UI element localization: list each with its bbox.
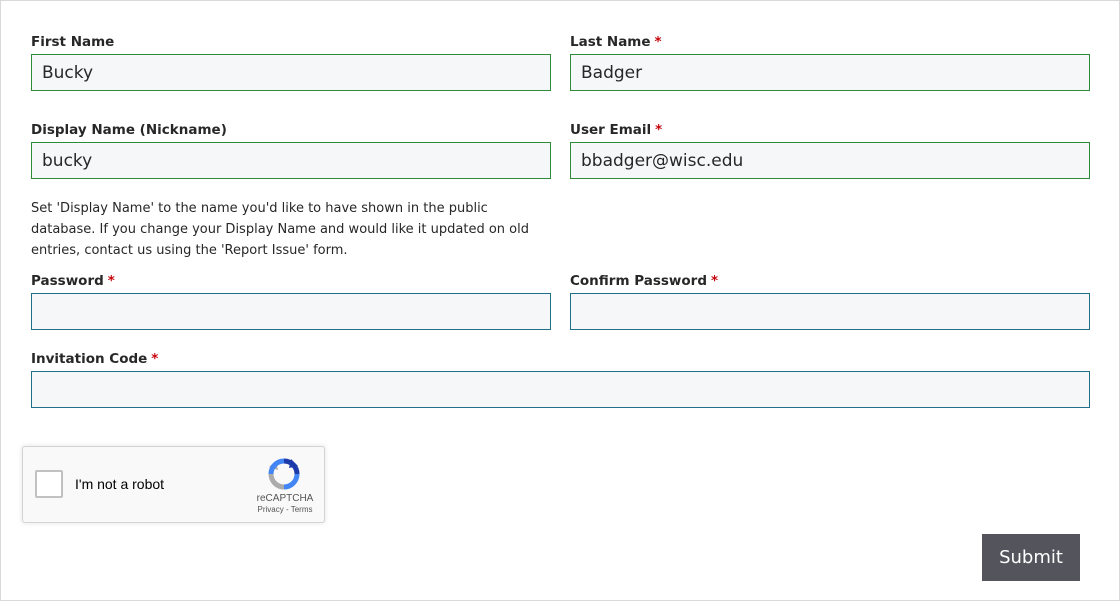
password-field: Password * <box>31 271 551 339</box>
recaptcha-label: I'm not a robot <box>75 476 165 492</box>
password-label: Password * <box>31 273 115 289</box>
required-marker: * <box>107 273 115 289</box>
recaptcha-privacy-link[interactable]: Privacy <box>258 505 284 514</box>
first-name-field: First Name <box>31 32 551 100</box>
first-name-label: First Name <box>31 34 115 50</box>
required-marker: * <box>655 122 663 138</box>
confirm-password-input[interactable] <box>570 293 1090 330</box>
submit-button[interactable]: Submit <box>982 534 1080 581</box>
recaptcha-brand: reCAPTCHA <box>256 493 314 504</box>
invitation-code-label: Invitation Code * <box>31 351 159 367</box>
last-name-field: Last Name * <box>570 32 1090 100</box>
user-email-input[interactable] <box>570 142 1090 179</box>
invitation-code-input[interactable] <box>31 371 1090 408</box>
first-name-input[interactable] <box>31 54 551 91</box>
required-marker: * <box>711 273 719 289</box>
display-name-field: Display Name (Nickname) <box>31 120 551 188</box>
recaptcha-link-separator: - <box>283 505 291 514</box>
recaptcha-logo-icon <box>268 458 300 490</box>
password-input[interactable] <box>31 293 551 330</box>
required-marker: * <box>151 351 159 367</box>
user-email-field: User Email * <box>570 120 1090 188</box>
recaptcha-links: Privacy - Terms <box>249 505 321 514</box>
confirm-password-field: Confirm Password * <box>570 271 1090 339</box>
recaptcha-checkbox[interactable] <box>35 470 63 498</box>
display-name-label: Display Name (Nickname) <box>31 122 227 138</box>
last-name-input[interactable] <box>570 54 1090 91</box>
display-name-input[interactable] <box>31 142 551 179</box>
last-name-label: Last Name * <box>570 34 662 50</box>
user-email-label: User Email * <box>570 122 663 138</box>
confirm-password-label: Confirm Password * <box>570 273 719 289</box>
required-marker: * <box>654 34 662 50</box>
recaptcha-widget: I'm not a robot reCAPTCHA Privacy - Term… <box>22 446 325 523</box>
recaptcha-terms-link[interactable]: Terms <box>291 505 313 514</box>
display-name-help-text: Set 'Display Name' to the name you'd lik… <box>31 201 529 258</box>
registration-form: First Name Last Name* Display Name (Nick… <box>0 0 1120 601</box>
invitation-code-field: Invitation Code * <box>31 349 1090 417</box>
